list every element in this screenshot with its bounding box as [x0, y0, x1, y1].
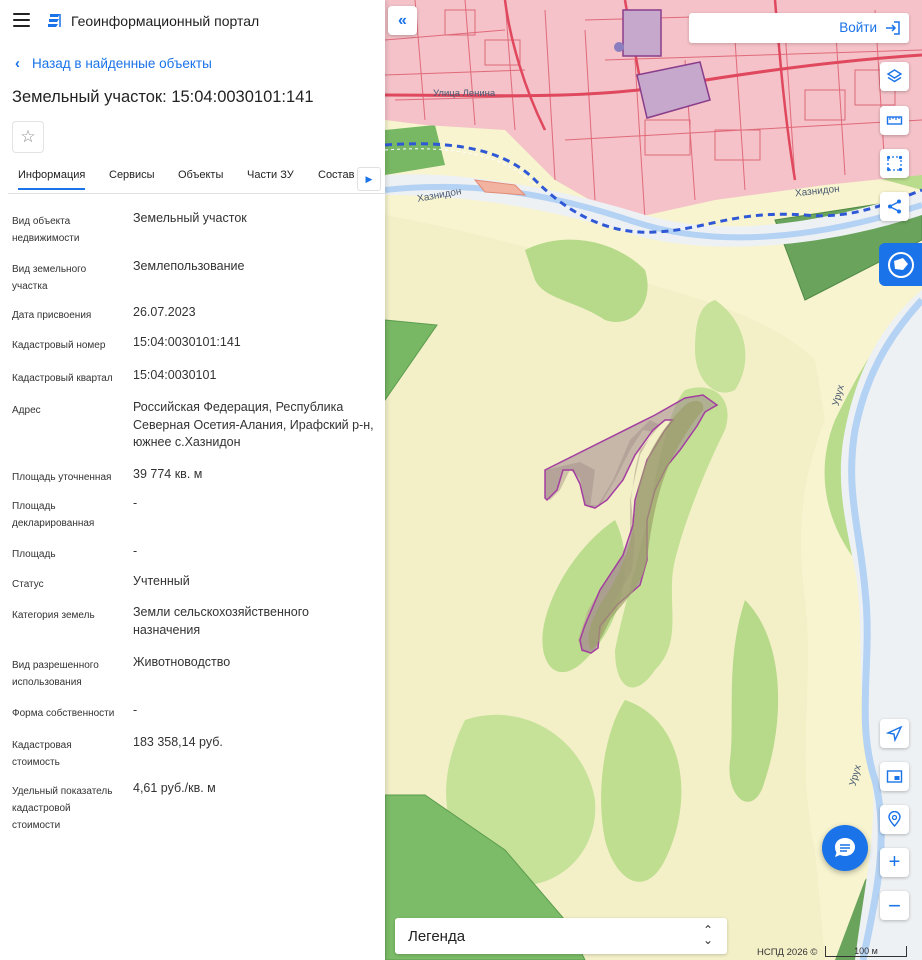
map-scale-bar: 100 м — [825, 946, 907, 957]
map-attribution: НСПД 2026 © — [757, 947, 818, 958]
field-label: Форма собственности — [12, 708, 115, 719]
minimap-button[interactable] — [880, 762, 909, 791]
field-label: Статус — [12, 579, 44, 590]
field-value: 183 358,14 руб. — [133, 735, 223, 749]
street-label: Улица Ленина — [433, 88, 496, 99]
field-label: Адрес — [12, 405, 41, 416]
tab-composition[interactable]: Состав — [318, 169, 354, 181]
portal-logo-icon — [48, 14, 61, 27]
field-label: Категория земель — [12, 610, 95, 621]
field-value: - — [133, 496, 138, 510]
legend-selector[interactable]: Легенда ⌃ ⌄ — [395, 918, 727, 954]
field-label: Кадастровая стоимость — [12, 740, 72, 768]
field-value: 15:04:0030101:141 — [133, 335, 241, 349]
tab-services[interactable]: Сервисы — [109, 169, 155, 181]
field-value: Земли сельскохозяйственного назначения — [133, 605, 309, 637]
triangle-right-icon: ▶ — [365, 173, 373, 184]
select-area-button[interactable] — [880, 149, 909, 178]
field-label: Площадь уточненная — [12, 472, 112, 483]
field-value: Землепользование — [133, 259, 245, 273]
field-label: Дата присвоения — [12, 310, 92, 321]
services-side-button[interactable] — [879, 243, 922, 286]
chat-button[interactable] — [822, 825, 868, 871]
zoom-out-button[interactable]: − — [880, 891, 909, 920]
top-bar: Геоинформационный портал — [0, 0, 385, 44]
location-search-icon — [888, 811, 901, 828]
info-tabs: Информация Сервисы Объекты Части ЗУ Сост… — [8, 163, 385, 194]
map-layer — [385, 0, 922, 960]
chevron-up-down-icon: ⌃ ⌄ — [702, 923, 713, 947]
field-value: 4,61 руб./кв. м — [133, 781, 216, 795]
field-value: 26.07.2023 — [133, 305, 196, 319]
share-button[interactable] — [880, 192, 909, 221]
field-label: Вид земельного участка — [12, 264, 87, 292]
field-label: Вид объекта недвижимости — [12, 216, 80, 244]
tab-information[interactable]: Информация — [18, 169, 86, 190]
back-link-label: Назад в найденные объекты — [32, 56, 212, 71]
field-label: Вид разрешенного использования — [12, 660, 99, 688]
login-label: Войти — [839, 20, 877, 35]
hamburger-menu-icon[interactable] — [13, 13, 30, 27]
app-title: Геоинформационный портал — [71, 13, 260, 29]
legend-label: Легенда — [408, 928, 466, 945]
object-info-panel: Геоинформационный портал ‹ Назад в найде… — [0, 0, 385, 960]
field-value: Учтенный — [133, 574, 190, 588]
zoom-in-button[interactable]: + — [880, 848, 909, 877]
tabs-scroll-right-button[interactable]: ▶ — [357, 167, 381, 191]
field-value: 15:04:0030101 — [133, 368, 217, 382]
field-value: Животноводство — [133, 655, 231, 669]
share-icon — [888, 199, 901, 214]
map-canvas[interactable]: Улица Ленина Хазнидон Хазнидон Урух Урух — [385, 0, 922, 960]
map-search-icon — [887, 251, 914, 278]
chevron-left-icon: ‹ — [15, 55, 20, 72]
back-to-results-link[interactable]: ‹ Назад в найденные объекты — [15, 55, 212, 72]
field-label: Площадь декларированная — [12, 501, 95, 529]
field-value: - — [133, 703, 138, 717]
double-chevron-left-icon: « — [398, 11, 407, 29]
login-icon — [886, 21, 900, 35]
login-button[interactable]: Войти — [689, 13, 909, 43]
ruler-button[interactable] — [880, 106, 909, 135]
layers-icon — [886, 69, 903, 83]
field-label: Площадь — [12, 549, 56, 560]
navigation-arrow-icon — [886, 725, 903, 742]
tab-objects[interactable]: Объекты — [178, 169, 223, 181]
field-label: Кадастровый квартал — [12, 373, 113, 384]
field-value: 39 774 кв. м — [133, 467, 203, 481]
my-location-button[interactable] — [880, 719, 909, 748]
field-value: Российская Федерация, Республика Северна… — [133, 400, 374, 449]
layers-button[interactable] — [880, 62, 909, 91]
plus-icon: + — [888, 851, 901, 873]
ruler-icon — [886, 116, 903, 125]
page-title: Земельный участок: 15:04:0030101:141 — [12, 88, 314, 106]
search-place-button[interactable] — [880, 805, 909, 834]
chat-icon — [835, 838, 855, 857]
field-label: Кадастровый номер — [12, 340, 106, 351]
collapse-panel-button[interactable]: « — [388, 6, 417, 35]
select-area-icon — [886, 155, 903, 172]
favorite-star-button[interactable]: ☆ — [12, 121, 44, 153]
tab-parts[interactable]: Части ЗУ — [247, 169, 294, 181]
field-label: Удельный показатель кадастровой стоимост… — [12, 786, 113, 831]
minus-icon: − — [888, 892, 901, 918]
field-value: Земельный участок — [133, 211, 247, 225]
field-value: - — [133, 544, 138, 558]
star-icon: ☆ — [20, 127, 36, 146]
minimap-icon — [886, 770, 903, 783]
